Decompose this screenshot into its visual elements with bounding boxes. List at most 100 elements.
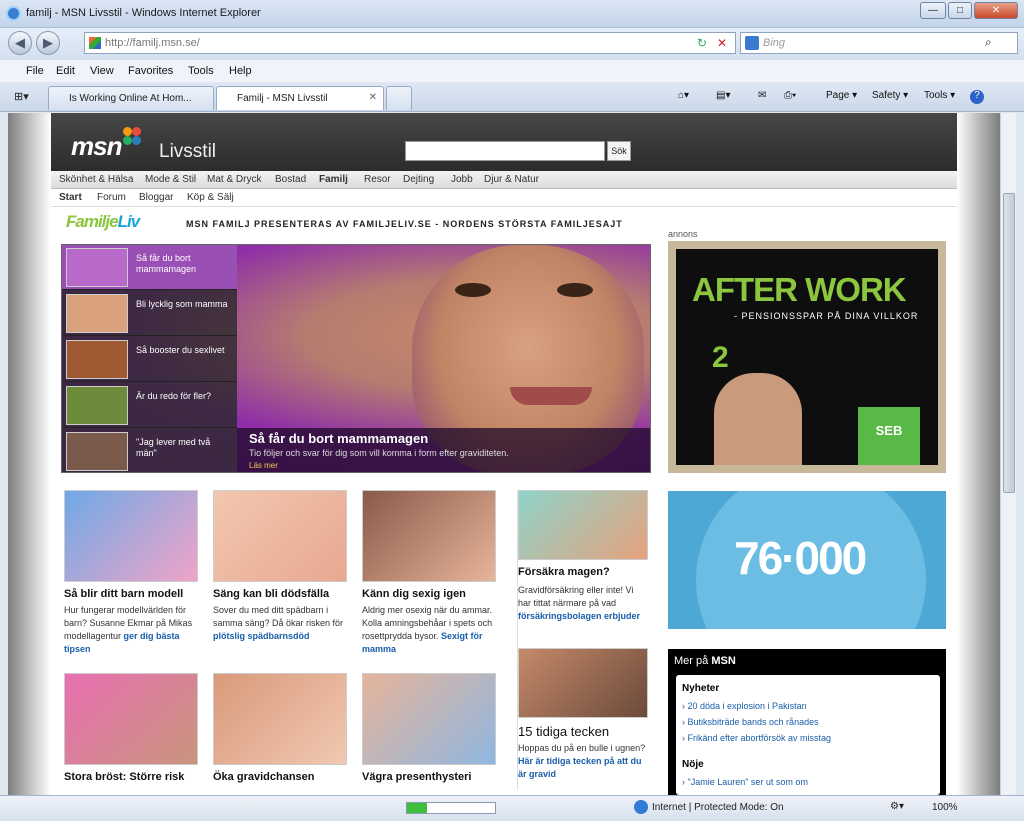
tools-menu[interactable]: Tools ▾ [924, 90, 955, 101]
mail-icon[interactable]: ✉ [758, 90, 766, 101]
afterwork-ad[interactable]: AFTER WORK - PENSIONSSPAR PÅ DINA VILLKO… [668, 241, 946, 473]
card-title[interactable]: Så blir ditt barn modell [64, 588, 183, 600]
menu-help[interactable]: Help [229, 65, 252, 77]
page-menu[interactable]: Page ▾ [826, 90, 857, 101]
hero-thumb-label: Bli lycklig som mamma [136, 299, 228, 309]
news-link-2[interactable]: › Butiksbiträde bands och rånades [682, 717, 819, 727]
afterwork-ad-number: 2 [712, 341, 729, 374]
card-title[interactable]: Öka gravidchansen [213, 771, 315, 783]
hero-thumb-1[interactable]: Så får du bort mammamagen [62, 245, 237, 290]
nav-mat[interactable]: Mat & Dryck [207, 174, 261, 185]
safety-menu[interactable]: Safety ▾ [872, 90, 908, 101]
msn-logo[interactable]: msn [71, 131, 122, 162]
nav-familj[interactable]: Familj [319, 174, 348, 185]
number-ad[interactable]: 76·000 [668, 491, 946, 629]
site-search-button[interactable]: Sök [607, 141, 631, 161]
menu-view[interactable]: View [90, 65, 114, 77]
close-tab-icon[interactable]: ✕ [369, 92, 377, 103]
subnav-forum[interactable]: Forum [97, 192, 126, 203]
menu-file[interactable]: File [26, 65, 44, 77]
hero-thumb-2[interactable]: Bli lycklig som mamma [62, 291, 237, 336]
site-search-input[interactable] [405, 141, 605, 161]
news-link-text: Butiksbiträde bands och rånades [687, 717, 819, 727]
hero-eye-right [557, 283, 593, 297]
card-title[interactable]: Känn dig sexig igen [362, 588, 466, 600]
news-link-1[interactable]: › 20 döda i explosion i Pakistan [682, 701, 807, 711]
menu-favorites[interactable]: Favorites [128, 65, 173, 77]
window-title: familj - MSN Livsstil - Windows Internet… [26, 7, 261, 19]
page-viewport: msn Livsstil Sök Skönhet & Hälsa Mode & … [8, 113, 1000, 795]
familjeliv-logo[interactable]: FamiljeLiv [66, 212, 140, 232]
card-image [64, 673, 198, 765]
nav-skonhet[interactable]: Skönhet & Hälsa [59, 174, 134, 185]
popup-icon[interactable]: ⚙▾ [890, 801, 904, 812]
noje-link-1[interactable]: › "Jamie Lauren" ser ut som om [682, 777, 808, 787]
card-body-text: Hoppas du på en bulle i ugnen? [518, 743, 646, 753]
nav-bostad[interactable]: Bostad [275, 174, 306, 185]
hero-thumb-image [66, 432, 128, 471]
minimize-button[interactable]: — [920, 2, 946, 19]
hero-thumbnails: Så får du bort mammamagen Bli lycklig so… [62, 245, 237, 472]
subnav-start[interactable]: Start [59, 192, 82, 203]
home-icon[interactable]: ⌂▾ [678, 90, 689, 101]
back-button[interactable]: ◀ [8, 31, 32, 55]
print-icon[interactable]: ⎙▾ [784, 90, 796, 101]
card-image [518, 490, 648, 560]
nav-mode[interactable]: Mode & Stil [145, 174, 196, 185]
new-tab-button[interactable] [386, 86, 412, 110]
address-bar[interactable]: http://familj.msn.se/ ↻ ✕ [84, 32, 736, 54]
help-icon[interactable]: ? [970, 90, 984, 104]
tab-familj[interactable]: Familj - MSN Livsstil ✕ [216, 86, 384, 110]
ad-label: annons [668, 229, 698, 239]
nav-djur[interactable]: Djur & Natur [484, 174, 539, 185]
hero-slideshow[interactable]: Så får du bort mammamagen Bli lycklig so… [61, 244, 651, 473]
card-link[interactable]: försäkringsbolagen erbjuder [518, 611, 640, 621]
card-link[interactable]: plötslig spädbarnsdöd [213, 631, 310, 641]
vertical-scrollbar[interactable] [1000, 113, 1016, 795]
noje-heading: Nöje [682, 759, 704, 770]
card-body-text: Sover du med ditt spädbarn i samma säng?… [213, 605, 344, 628]
card-link[interactable]: Här är tidiga tecken på att du är gravid [518, 756, 642, 779]
maximize-button[interactable]: □ [948, 2, 972, 19]
hero-thumb-3[interactable]: Så booster du sexlivet [62, 337, 237, 382]
news-link-3[interactable]: › Frikänd efter abortförsök av misstag [682, 733, 831, 743]
security-zone[interactable]: Internet | Protected Mode: On [652, 802, 784, 813]
subnav-kop-salj[interactable]: Köp & Sälj [187, 192, 234, 203]
nav-resor[interactable]: Resor [364, 174, 391, 185]
card-title[interactable]: Säng kan bli dödsfälla [213, 588, 329, 600]
quick-tabs-icon[interactable]: ⊞▾ [14, 90, 29, 103]
close-button[interactable]: ✕ [974, 2, 1018, 19]
forward-button[interactable]: ▶ [36, 31, 60, 55]
search-box[interactable]: Bing ⌕ [740, 32, 1018, 54]
feeds-icon[interactable]: ▤▾ [716, 90, 730, 101]
menu-edit[interactable]: Edit [56, 65, 75, 77]
nav-dejting[interactable]: Dejting [403, 174, 434, 185]
card-title[interactable]: Vägra presenthysteri [362, 771, 471, 783]
familjeliv-logo-part1: Familje [66, 212, 119, 231]
card-image [213, 490, 347, 582]
tab-working-online[interactable]: Is Working Online At Hom... [48, 86, 214, 110]
stop-icon[interactable]: ✕ [717, 36, 727, 50]
nav-jobb[interactable]: Jobb [451, 174, 473, 185]
card-title[interactable]: Försäkra magen? [518, 566, 610, 578]
scrollbar-thumb[interactable] [1003, 193, 1015, 493]
hero-thumb-5[interactable]: "Jag lever med två män" [62, 429, 237, 472]
window-titlebar: familj - MSN Livsstil - Windows Internet… [0, 0, 1024, 28]
card-title[interactable]: 15 tidiga tecken [518, 724, 609, 739]
afterwork-ad-panel: AFTER WORK - PENSIONSSPAR PÅ DINA VILLKO… [676, 249, 938, 465]
hero-read-more-link[interactable]: Läs mer [249, 461, 278, 470]
hero-thumb-4[interactable]: Är du redo för fler? [62, 383, 237, 428]
hero-caption-title[interactable]: Så får du bort mammamagen [249, 431, 428, 446]
zoom-level[interactable]: 100% [932, 802, 958, 813]
tab-familj-label: Familj - MSN Livsstil [237, 93, 328, 104]
card-body: Sover du med ditt spädbarn i samma säng?… [213, 604, 347, 643]
hero-thumb-label: "Jag lever med två män" [136, 437, 211, 458]
search-icon[interactable]: ⌕ [985, 35, 992, 50]
subnav-bloggar[interactable]: Bloggar [139, 192, 173, 203]
card-title[interactable]: Stora bröst: Större risk [64, 771, 184, 783]
hero-thumb-image [66, 248, 128, 287]
menu-tools[interactable]: Tools [188, 65, 214, 77]
secondary-nav: Start Forum Bloggar Köp & Sälj [51, 189, 957, 207]
hero-thumb-label: Så booster du sexlivet [136, 345, 225, 355]
refresh-icon[interactable]: ↻ [697, 36, 707, 50]
